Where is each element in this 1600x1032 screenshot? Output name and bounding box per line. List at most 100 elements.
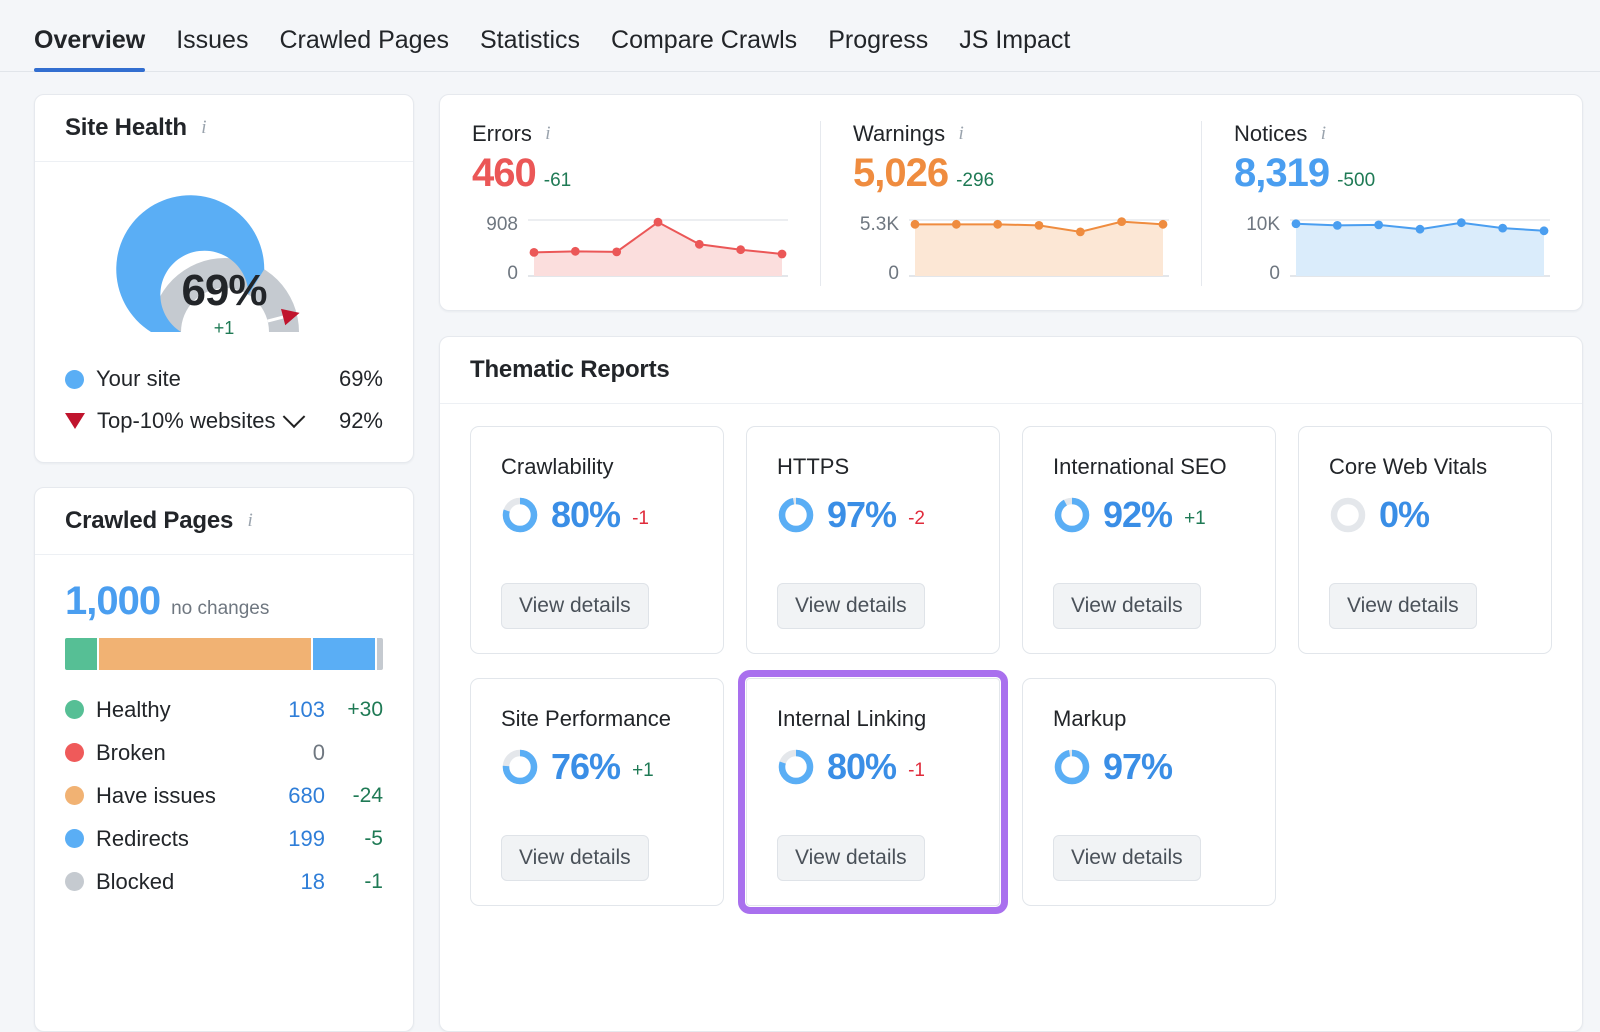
sparkline-axis: 5.3K0 [853,210,909,286]
info-icon[interactable]: i [541,125,555,143]
sparkline-svg [1290,210,1550,286]
thematic-report-score-row: 80%-1 [501,494,693,536]
crawled-pages-legend-value: 0 [251,740,325,766]
sparkline-point[interactable] [911,220,920,229]
tab-overview[interactable]: Overview [34,26,145,71]
info-icon[interactable]: i [243,512,257,530]
sparkline-point[interactable] [736,245,745,254]
crawled-total-row: 1,000 no changes [65,579,383,624]
tab-progress[interactable]: Progress [828,26,928,71]
thematic-report-card[interactable]: Internal Linking80%-1View details [746,678,1000,906]
sparkline-point[interactable] [1035,221,1044,230]
metric-delta: -296 [956,170,994,192]
site-health-legend-value: 92% [339,408,383,434]
crawled-pages-legend-row[interactable]: Broken0 [65,731,383,774]
stacked-bar-segment [99,638,311,670]
site-health-body: 69% +1 Your site69%Top-10% websites92% [35,162,413,462]
view-details-button[interactable]: View details [501,835,649,881]
thematic-report-card[interactable]: International SEO92%+1View details [1022,426,1276,654]
site-health-gauge: 69% +1 [65,180,383,358]
view-details-button[interactable]: View details [777,583,925,629]
tab-js-impact[interactable]: JS Impact [959,26,1070,71]
thematic-report-score-row: 76%+1 [501,746,693,788]
thematic-report-percent: 76% [551,746,620,788]
sparkline-axis: 10K0 [1234,210,1290,286]
thematic-report-card[interactable]: Markup97%View details [1022,678,1276,906]
crawled-pages-legend-row[interactable]: Healthy103+30 [65,688,383,731]
tab-statistics[interactable]: Statistics [480,26,580,71]
view-details-button[interactable]: View details [1053,583,1201,629]
metric-sparkline: 9080 [472,210,788,286]
thematic-report-name: Core Web Vitals [1329,454,1521,480]
crawled-pages-legend-delta: -5 [325,827,383,851]
thematic-report-card[interactable]: Core Web Vitals0%View details [1298,426,1552,654]
thematic-report-card[interactable]: HTTPS 97%-2 View details [746,426,1000,654]
thematic-report-score-row: 97% [1053,746,1245,788]
crawled-pages-header: Crawled Pages i [35,488,413,555]
status-dot-icon [65,872,84,891]
sparkline-point[interactable] [1292,219,1301,228]
view-details-button[interactable]: View details [1329,583,1477,629]
view-details-button[interactable]: View details [1053,835,1201,881]
sparkline-point[interactable] [952,220,961,229]
crawled-pages-legend-value: 199 [251,826,325,852]
thematic-report-name: HTTPS [777,454,969,480]
info-icon[interactable]: i [954,125,968,143]
sparkline-point[interactable] [1374,220,1383,229]
stacked-bar-segment [65,638,97,670]
sparkline-point[interactable] [1333,221,1342,230]
thematic-report-score-row: 97%-2 [777,494,969,536]
crawled-pages-legend-label: Healthy [96,697,251,723]
crawled-pages-legend-row[interactable]: Have issues680-24 [65,774,383,817]
chevron-down-icon[interactable] [282,405,305,428]
sparkline-point[interactable] [1416,225,1425,234]
view-details-button[interactable]: View details [501,583,649,629]
metric-errors: Errorsi460-619080 [440,121,820,286]
sparkline-point[interactable] [571,247,580,256]
left-column: Site Health i 69% +1 Your site69 [34,94,414,1032]
thematic-reports-header: Thematic Reports [440,337,1582,404]
crawled-pages-body: 1,000 no changes Healthy103+30Broken0Hav… [35,555,413,903]
tab-issues[interactable]: Issues [176,26,248,71]
view-details-button[interactable]: View details [777,835,925,881]
thematic-report-card[interactable]: Crawlability80%-1View details [470,426,724,654]
crawled-pages-legend-row[interactable]: Redirects199-5 [65,817,383,860]
status-dot-icon [65,743,84,762]
sparkline-point[interactable] [612,247,621,256]
crawled-pages-legend-row[interactable]: Blocked18-1 [65,860,383,903]
donut-progress-icon [1329,496,1367,534]
donut-progress-icon [1053,748,1091,786]
sparkline-point[interactable] [1498,224,1507,233]
crawled-pages-legend-value: 103 [251,697,325,723]
metric-warnings: Warningsi5,026-2965.3K0 [820,121,1201,286]
sparkline-point[interactable] [1540,226,1549,235]
tab-crawled-pages[interactable]: Crawled Pages [279,26,449,71]
sparkline-point[interactable] [778,250,787,259]
crawled-pages-title: Crawled Pages [65,507,233,535]
sparkline-point[interactable] [695,240,704,249]
sparkline-point[interactable] [654,218,663,227]
issues-summary-card: Errorsi460-619080Warningsi5,026-2965.3K0… [439,94,1583,311]
tab-compare-crawls[interactable]: Compare Crawls [611,26,797,71]
site-health-card: Site Health i 69% +1 Your site69 [34,94,414,463]
thematic-report-card[interactable]: Site Performance76%+1View details [470,678,724,906]
status-dot-icon [65,786,84,805]
info-icon[interactable]: i [1316,125,1330,143]
sparkline-point[interactable] [530,248,539,257]
sparkline-svg [909,210,1169,286]
site-health-title: Site Health [65,114,187,142]
metric-delta: -500 [1337,170,1375,192]
sparkline-point[interactable] [1457,218,1466,227]
info-icon[interactable]: i [197,119,211,137]
site-health-legend-label: Top-10% websites [97,408,276,434]
crawled-total-value: 1,000 [65,579,160,624]
tab-bar: Overview Issues Crawled Pages Statistics Com… [0,0,1600,72]
sparkline-point[interactable] [993,220,1002,229]
sparkline-point[interactable] [1159,220,1168,229]
metric-label: Errors [472,121,532,147]
sparkline-point[interactable] [1117,217,1126,226]
crawled-pages-legend-value: 680 [251,783,325,809]
site-health-legend-row[interactable]: Top-10% websites 92% [65,400,383,442]
metrics-row: Errorsi460-619080Warningsi5,026-2965.3K0… [440,95,1582,310]
sparkline-point[interactable] [1076,227,1085,236]
